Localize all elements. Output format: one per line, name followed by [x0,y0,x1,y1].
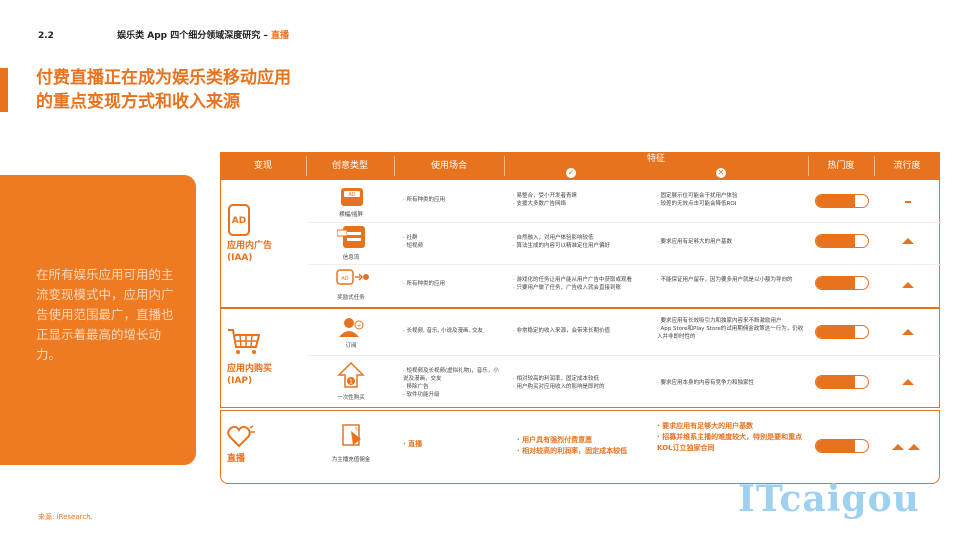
row-divider [309,355,941,356]
section-number: 2.2 [38,31,54,41]
cons-cell: · 要求应用有足够大的用户基数 [657,239,732,245]
creative-label: 为主播充值佣金 [331,457,371,463]
header-usage: 使用场合 [430,161,467,171]
pros-cell: · 相对较高的利润率，固定成本较低 · 用户购买对应用收入的影响是即时的 [513,376,605,390]
cons-cell: · 要求应用有足够大的用户基数 · 招募并维系主播的难度较大，特别是要和重点KO… [657,422,803,452]
cons-cell: · 不能保证用户留存，因为要多用户就是以小额为导向的 [657,277,793,283]
trend-up-icon [902,282,914,288]
subscription-icon: + [339,318,364,337]
header-trend: 流行度 [893,161,921,171]
trend-up-icon [902,329,914,335]
mode-iap: 应用内购买 (IAP) [227,327,307,387]
feed-icon [337,226,365,248]
mode-live: 直播 [227,425,307,465]
svg-text:AD: AD [341,276,348,282]
pros-check-icon: ✓ [566,168,576,178]
header-feature: 特征 [646,154,665,164]
heart-icon [227,425,255,448]
mode-iap-label: 应用内购买 (IAP) [227,364,273,386]
cons-cell: · 要求应用有长效吸引力和独家内容来不断激励用户 · App Store和Pla… [657,318,804,340]
reward-task-icon: AD [336,269,369,285]
page-header: 2.2 娱乐类 App 四个细分领域深度研究 – 直播 [38,28,289,41]
pros-cell: · 自然融入，对用户体验影响较低 · 算法生成的内容可以精准定位用户偏好 [513,235,610,249]
group-iap: 应用内购买 (IAP) + 订阅 · 长视频, 音乐, 小说及漫画, 交友 · … [220,308,941,408]
cons-cross-icon: ✕ [716,168,726,178]
creative-label: 奖励式任务 [337,295,365,301]
heat-bar [815,276,869,290]
section-subtitle: 娱乐类 App 四个细分领域深度研究 – [117,31,272,41]
heat-bar-fill [816,440,855,452]
trend-up-icon [902,379,914,385]
usage-cell: · 直播 [403,440,423,448]
pros-cell: · 非常稳定的收入来源，会带来长期价值 [513,328,610,334]
pros-cell: · 用户具有强烈付费意愿 · 相对较高的利润率，固定成本较低 [517,436,628,455]
table-header: 变现 创意类型 使用场合 特征 ✓ ✕ 热门度 流行度 [220,152,940,180]
cons-cell: · 要求应用本身的内容有竞争力和独家性 [657,380,754,386]
creative-label: 信息流 [342,255,360,261]
mode-iaa: AD 应用内广告 (IAA) [227,204,307,264]
heat-bar-fill [816,326,855,338]
heat-bar-fill [816,376,855,388]
pros-cell: · 游戏化的任务让用户能从用户广告中获取或观看 · 只要用户做了任务，广告收入就… [513,277,632,291]
usage-cell: · 短视频及长视频(虚拟礼物)，音乐，小说及漫画，交友 · 移除广告 · 软件功… [403,368,499,398]
summary-text: 在所有娱乐应用可用的主流变现模式中，应用内广告使用范围最广，直播也正显示着最高的… [36,267,174,362]
banner-icon: AD [341,188,363,206]
one-time-purchase-icon: 1 [337,361,365,388]
monetization-table: 变现 创意类型 使用场合 特征 ✓ ✕ 热门度 流行度 AD 应用内广告 (IA… [220,152,941,484]
pros-cell: · 易整合，受小开发者青睐 · 支援大多数广告网络 [513,193,577,207]
heat-bar [815,325,869,339]
heat-bar-fill [816,277,855,289]
ad-icon: AD [228,204,250,236]
row-divider [309,264,941,265]
header-heat: 热门度 [827,161,855,171]
usage-cell: · 社群 · 短视频 [403,235,423,249]
usage-cell: · 长视频, 音乐, 小说及漫画, 交友 [403,328,483,334]
title-line-1: 付费直播正在成为娱乐类移动应用 [36,68,291,88]
shopping-cart-icon [228,329,261,354]
heat-bar [815,234,869,248]
creative-label: 订阅 [345,343,357,349]
trend-up-icon [908,444,920,450]
trend-flat-icon [905,201,911,203]
trend-up-icon [902,238,914,244]
mode-iaa-label: 应用内广告 (IAA) [227,241,273,263]
section-subtitle-highlight: 直播 [271,31,290,41]
heat-bar [815,375,869,389]
header-mode: 变现 [253,161,272,171]
header-creative: 创意类型 [331,161,368,171]
trend-up-icon [892,444,904,450]
svg-text:AD: AD [232,216,246,226]
usage-cell: · 所有种类的应用 [403,197,445,203]
title-line-2: 的重点变现方式和收入来源 [36,92,240,112]
svg-text:+: + [356,323,361,330]
summary-panel: 在所有娱乐应用可用的主流变现模式中，应用内广告使用范围最广，直播也正显示着最高的… [0,175,196,465]
heat-bar [815,194,869,208]
svg-text:AD: AD [348,192,355,198]
mode-live-label: 直播 [227,454,246,464]
heat-bar-fill [816,195,855,207]
group-live: 直播 % 为主播充值佣金 · 直播 · 用户具有强烈付费意愿 · 相对较高的利润… [220,410,940,484]
svg-text:1: 1 [349,379,353,386]
row-divider [309,222,941,223]
watermark: ITcaigou [738,478,920,520]
group-iaa: AD 应用内广告 (IAA) AD 横幅/插屏 · 所有种类的应用 · 易整合，… [220,180,941,308]
creative-label: 横幅/插屏 [339,212,363,218]
anchor-tip-icon: % [342,424,361,446]
page-title: 付费直播正在成为娱乐类移动应用 的重点变现方式和收入来源 [36,66,291,114]
creative-label: 一次性购买 [337,395,365,401]
title-accent-bar [0,68,8,112]
heat-bar [815,439,869,453]
heat-bar-fill [816,235,855,247]
svg-text:%: % [355,427,360,433]
source-note: 来源: iResearch. [38,513,93,521]
usage-cell: · 所有种类的应用 [403,281,445,287]
cons-cell: · 固定展示位可能会干扰用户体验 · 较差的无效点击可能会降低ROI [657,193,738,207]
